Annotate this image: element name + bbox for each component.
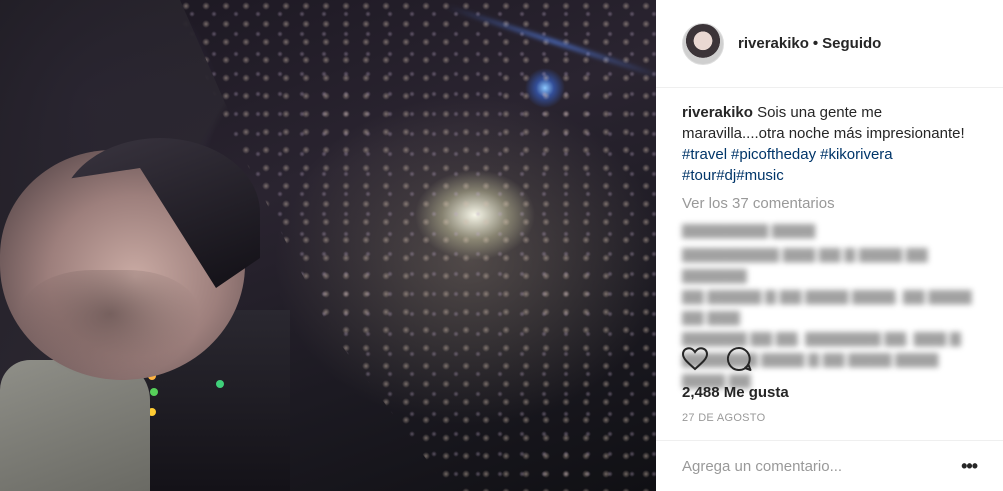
hashtag-link[interactable]: #travel (682, 146, 727, 163)
follow-status-button[interactable]: Seguido (822, 35, 881, 52)
hashtag-link[interactable]: #dj (716, 167, 736, 184)
hashtag-link[interactable]: #music (736, 167, 784, 184)
hashtag-link[interactable]: #tour (682, 167, 716, 184)
separator: • (812, 35, 819, 52)
add-comment-bar: ••• (656, 440, 1003, 491)
heart-icon[interactable] (682, 347, 708, 371)
caption-username[interactable]: riverakiko (682, 104, 753, 121)
hashtags: #travel #picoftheday #kikorivera #tour#dj#… (682, 144, 977, 186)
post-actions (682, 346, 752, 372)
username-link[interactable]: riverakiko (738, 35, 809, 52)
caption: riverakiko Sois una gente me maravilla..… (682, 102, 977, 144)
post-date: 27 DE AGOSTO (682, 412, 766, 424)
header-user-info: riverakiko • Seguido (738, 35, 881, 52)
post-sidebar: riverakiko • Seguido riverakiko Sois una g… (656, 0, 1003, 491)
blurred-comment-author: ▇▇▇▇▇▇▇▇ ▇▇▇▇ (682, 222, 816, 238)
hashtag-link[interactable]: #kikorivera (820, 146, 893, 163)
post-photo[interactable] (0, 0, 656, 491)
comment-bubble-icon[interactable] (726, 346, 752, 372)
post-header: riverakiko • Seguido (656, 0, 1003, 88)
comment-input[interactable] (682, 457, 962, 475)
hashtag-link[interactable]: #picoftheday (731, 146, 816, 163)
avatar[interactable] (682, 22, 724, 65)
view-all-comments-link[interactable]: Ver los 37 comentarios (682, 195, 977, 212)
more-options-icon[interactable]: ••• (961, 456, 978, 477)
likes-count[interactable]: 2,488 Me gusta (682, 384, 789, 401)
person-beard (20, 270, 200, 380)
